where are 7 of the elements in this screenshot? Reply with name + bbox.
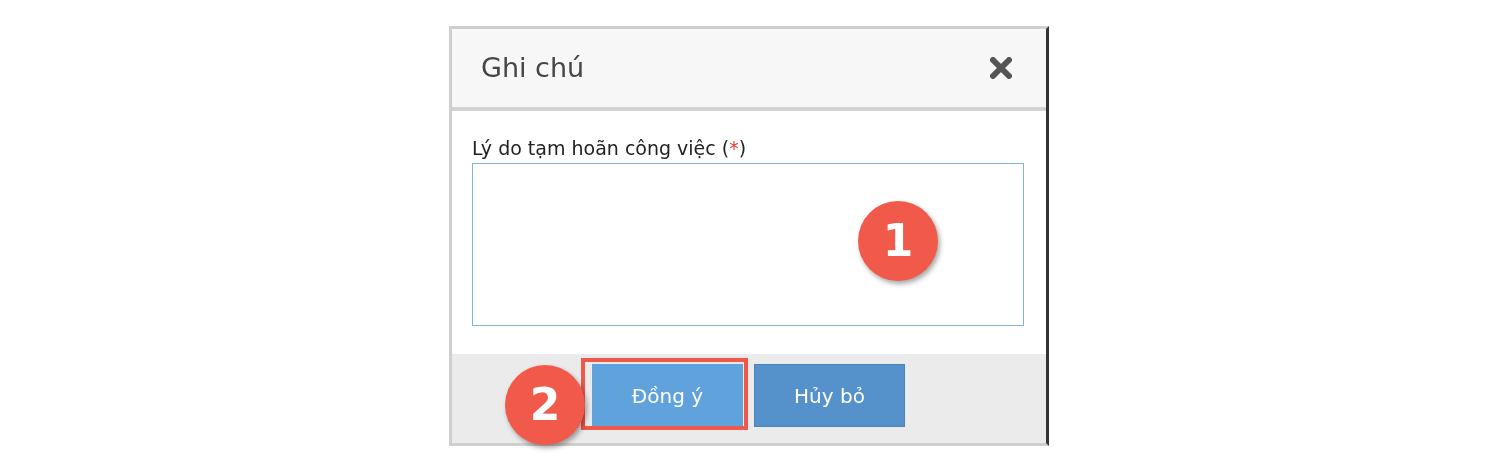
dialog-title: Ghi chú: [481, 50, 585, 85]
text-area[interactable]: [472, 163, 1024, 326]
close-icon[interactable]: [990, 57, 1012, 79]
step-badge: 1: [858, 201, 938, 281]
dialog-button[interactable]: Hủy bỏ: [754, 364, 905, 427]
field-label: Lý do tạm hoãn công việc (*): [472, 136, 748, 161]
dialog-button[interactable]: Đồng ý: [592, 364, 743, 427]
